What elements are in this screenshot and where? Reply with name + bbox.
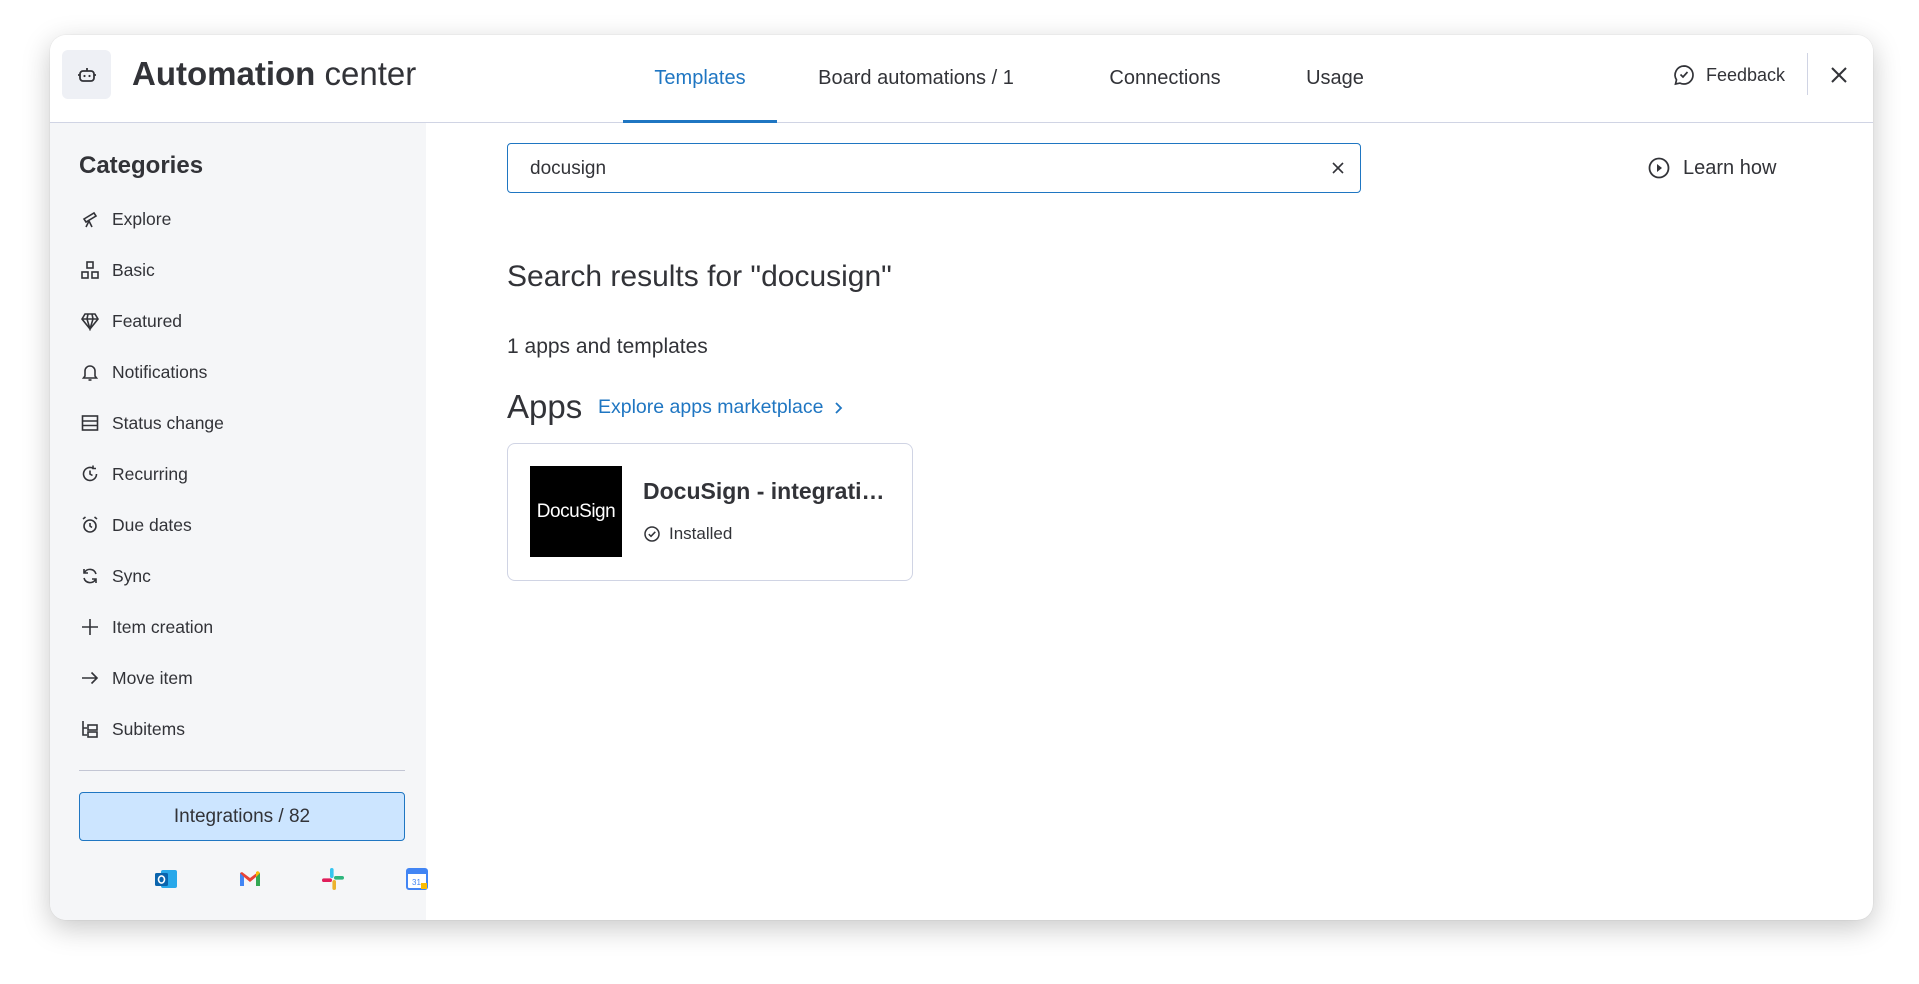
bell-icon: [79, 361, 101, 383]
sidebar-item-label: Notifications: [112, 361, 208, 382]
close-button[interactable]: [1821, 57, 1857, 93]
app-title: Automation center: [132, 54, 416, 94]
tab-board-automations[interactable]: Board automations / 1: [798, 35, 1034, 122]
header: Automation center Templates Board automa…: [50, 35, 1873, 123]
sidebar-item-label: Status change: [112, 412, 224, 433]
learn-how-button[interactable]: Learn how: [1647, 153, 1776, 183]
alarm-clock-icon: [79, 514, 101, 536]
sidebar-item-label: Item creation: [112, 616, 214, 637]
automation-center-window: Automation center Templates Board automa…: [50, 35, 1873, 920]
recurring-icon: [79, 463, 101, 485]
search-input[interactable]: [528, 144, 1312, 193]
docusign-logo: DocuSign: [530, 466, 622, 557]
sidebar-item-label: Due dates: [112, 514, 192, 535]
check-circle-icon: [643, 525, 661, 543]
close-icon: [1331, 161, 1345, 175]
categories-sidebar: Categories Explore Basic Featured Notifi…: [50, 123, 428, 920]
app-title-light: center: [324, 55, 417, 92]
play-circle-icon: [1647, 156, 1671, 180]
shapes-icon: [79, 259, 101, 281]
categories-title: Categories: [79, 152, 204, 179]
header-divider: [1807, 53, 1808, 95]
table-icon: [79, 412, 101, 434]
sidebar-item-explore[interactable]: Explore: [79, 204, 399, 234]
sidebar-item-move-item[interactable]: Move item: [79, 663, 399, 693]
sidebar-item-label: Basic: [112, 259, 155, 280]
integrations-button[interactable]: Integrations / 82: [79, 792, 405, 841]
sidebar-item-label: Sync: [112, 565, 151, 586]
close-icon: [1829, 65, 1849, 85]
status-label: Installed: [669, 524, 733, 543]
learn-how-label: Learn how: [1683, 156, 1777, 179]
feedback-button[interactable]: Feedback: [1672, 59, 1785, 91]
sync-icon: [79, 565, 101, 587]
sidebar-item-notifications[interactable]: Notifications: [79, 357, 399, 387]
sidebar-item-status-change[interactable]: Status change: [79, 408, 399, 438]
subitems-icon: [79, 718, 101, 740]
telescope-icon: [79, 208, 101, 230]
search-field[interactable]: [507, 143, 1361, 193]
sidebar-item-label: Move item: [112, 667, 193, 688]
tab-templates[interactable]: Templates: [623, 35, 777, 123]
feedback-icon: [1672, 63, 1696, 87]
sidebar-item-label: Explore: [112, 208, 172, 229]
app-card-title: DocuSign - integrations: [643, 478, 893, 504]
sidebar-item-basic[interactable]: Basic: [79, 255, 399, 285]
sidebar-item-due-dates[interactable]: Due dates: [79, 510, 399, 540]
sidebar-item-recurring[interactable]: Recurring: [79, 459, 399, 489]
gmail-icon[interactable]: [237, 866, 263, 892]
robot-icon: [62, 50, 111, 99]
sidebar-item-sync[interactable]: Sync: [79, 561, 399, 591]
feedback-label: Feedback: [1706, 64, 1786, 85]
app-title-bold: Automation: [132, 55, 316, 92]
tab-connections[interactable]: Connections: [1090, 35, 1240, 122]
results-count: 1 apps and templates: [507, 335, 708, 358]
tab-usage[interactable]: Usage: [1275, 35, 1395, 122]
svg-text:31: 31: [412, 878, 421, 887]
app-card-docusign[interactable]: DocuSign DocuSign - integrations Install…: [507, 443, 913, 581]
sidebar-item-label: Subitems: [112, 718, 185, 739]
clear-search-button[interactable]: [1326, 156, 1350, 180]
sidebar-item-label: Featured: [112, 310, 183, 331]
sidebar-item-featured[interactable]: Featured: [79, 306, 399, 336]
installed-status: Installed: [643, 524, 732, 544]
explore-apps-marketplace-link[interactable]: Explore apps marketplace: [598, 396, 843, 419]
sidebar-divider: [79, 770, 405, 771]
diamond-icon: [79, 310, 101, 332]
chevron-right-icon: [833, 401, 843, 415]
results-title: Search results for "docusign": [507, 260, 892, 293]
outlook-icon[interactable]: [153, 866, 179, 892]
arrow-right-icon: [79, 667, 101, 689]
slack-icon[interactable]: [320, 866, 346, 892]
google-calendar-icon[interactable]: 31: [404, 866, 430, 892]
sidebar-item-item-creation[interactable]: Item creation: [79, 612, 399, 642]
plus-icon: [79, 616, 101, 638]
apps-section-title: Apps: [507, 388, 583, 425]
sidebar-item-subitems[interactable]: Subitems: [79, 714, 399, 744]
sidebar-item-label: Recurring: [112, 463, 188, 484]
explore-link-label: Explore apps marketplace: [598, 396, 824, 418]
